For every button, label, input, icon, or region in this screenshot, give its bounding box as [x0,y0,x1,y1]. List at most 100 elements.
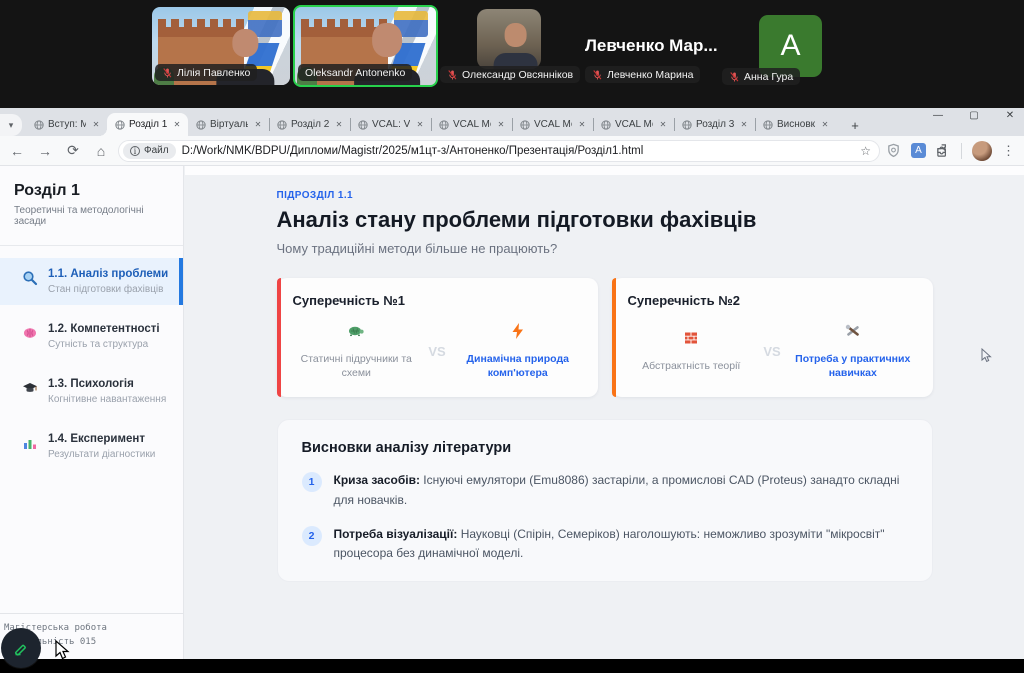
globe-favicon [277,119,287,130]
tab-close-icon[interactable]: ✕ [576,119,588,131]
browser-menu-kebab-icon[interactable]: ⋮ [1002,143,1015,159]
bricks-icon [685,332,698,344]
tab-label: Віртуальн [210,119,248,130]
extensions-puzzle-icon[interactable] [936,143,951,158]
conclusion-bold: Криза засобів: [333,473,420,488]
tab-vcal-virt[interactable]: VCAL: Virt ✕ [350,113,431,136]
vs-label: VS [428,343,446,359]
participant-video [493,23,538,69]
globe-favicon [763,119,773,130]
video-conference-strip: Лілія Павленко Oleksandr Antonenko Олекс… [0,0,1024,108]
tab-close-icon[interactable]: ✕ [657,119,669,131]
chapter-title: Розділ 1 [14,182,80,199]
tab-vstup[interactable]: Вступ: Ма ✕ [26,113,107,136]
page-title: Аналіз стану проблеми підготовки фахівці… [276,207,757,232]
window-maximize-button[interactable]: ▢ [964,110,984,121]
tab-vcal-mod-2[interactable]: VCAL Мод ✕ [512,113,593,136]
page-content: Розділ 1 Теоретичні та методологічні зас… [0,166,1024,659]
sidebar-item-analiz-problemy[interactable]: 1.1. Аналіз проблеми Стан підготовки фах… [0,258,183,305]
card-left-text: Статичні підручники та схеми [300,353,412,380]
tab-vcal-mod-3[interactable]: VCAL Мод ✕ [593,113,674,136]
forward-button[interactable]: → [34,140,56,162]
address-bar[interactable]: i Файл D:/Work/NMK/BDPU/Дипломи/Magistr/… [118,139,880,162]
sidebar: Розділ 1 Теоретичні та методологічні зас… [0,166,184,659]
forward-icon: → [38,142,52,159]
sidebar-item-sub: Стан підготовки фахівців [48,284,164,295]
globe-favicon [34,119,44,130]
home-button[interactable]: ⌂ [90,140,112,162]
mic-muted-icon [730,71,739,81]
participant-name-chip: Анна Гура [722,68,801,85]
tab-close-icon[interactable]: ✕ [819,119,831,131]
graduation-cap-icon [23,383,37,392]
mic-muted-icon [448,69,457,79]
sidebar-item-psykholohiia[interactable]: 1.3. Психологія Когнітивне навантаження [0,368,183,415]
mouse-cursor-small [981,348,992,363]
participant-name-chip: Лілія Павленко [155,64,258,81]
reload-button[interactable]: ⟳ [62,140,84,162]
window-close-button[interactable]: ✕ [1000,110,1020,121]
tab-label: VCAL Мод [453,119,491,130]
browser-tab-strip: ▾ Вступ: Ма ✕ Розділ 1: Т ✕ Віртуальн ✕ … [0,108,1024,136]
sidebar-item-label: 1.2. Компетентності [48,323,160,335]
bookmark-star-icon[interactable]: ☆ [860,144,871,158]
pencil-icon [15,644,26,656]
tab-vysnovky[interactable]: Висновки ✕ [755,113,836,136]
translate-icon[interactable]: A [911,143,926,158]
file-scheme-chip[interactable]: i Файл [123,142,176,159]
tab-close-icon[interactable]: ✕ [495,119,507,131]
participant-big-name: Левченко Мар... [585,36,718,55]
tools-icon [845,324,859,336]
translate-letter: A [915,145,922,156]
globe-favicon [682,119,692,130]
tab-label: Вступ: Ма [48,119,86,130]
divider [0,245,183,246]
tab-rozdil-1-active[interactable]: Розділ 1: Т ✕ [99,113,188,136]
new-tab-button[interactable]: + [845,115,865,135]
sidebar-item-kompetentnosti[interactable]: 1.2. Компетентності Сутність та структур… [0,313,183,360]
tab-label: Висновки [777,119,815,130]
screen: Лілія Павленко Oleksandr Antonenko Олекс… [0,0,1024,673]
tab-label: VCAL: Virt [372,119,410,130]
bottom-black-bar [0,659,1024,673]
url-text[interactable]: D:/Work/NMK/BDPU/Дипломи/Magistr/2025/м1… [182,145,855,157]
tab-label: Розділ 1: Т [129,119,167,130]
back-button[interactable]: ← [6,140,28,162]
conclusion-item: 2 Потреба візуалізації: Науковці (Спірін… [301,525,908,563]
tab-vcal-mod-1[interactable]: VCAL Мод ✕ [431,113,512,136]
participant-name-chip: Левченко Марина [585,66,701,83]
tab-virtualn[interactable]: Віртуальн ✕ [188,113,269,136]
browser-toolbar: ← → ⟳ ⌂ i Файл D:/Work/NMK/BDPU/Дипломи/… [0,136,1024,166]
mic-muted-icon [593,69,602,79]
magnifier-icon [23,271,38,286]
participant-name: Левченко Марина [607,68,694,81]
sidebar-item-eksperyment[interactable]: 1.4. Експеримент Результати діагностики [0,423,183,470]
conclusion-item: 1 Криза засобів: Існуючі емулятори (Emu8… [301,471,908,509]
tab-close-icon[interactable]: ✕ [171,119,183,131]
tab-label: Розділ 3: П [696,119,734,130]
participant-tile[interactable] [477,9,541,69]
globe-favicon [520,119,530,130]
participant-name: Oleksandr Antonenko [305,66,406,79]
tab-scroll-chevron[interactable]: ▾ [0,114,22,136]
card-title: Суперечність №2 [627,293,740,308]
tab-close-icon[interactable]: ✕ [414,119,426,131]
participant-tile[interactable]: Лілія Павленко [152,7,290,85]
participant-tile-active-speaker[interactable]: Oleksandr Antonenko [293,5,438,87]
sidebar-item-sub: Результати діагностики [48,449,156,460]
tab-close-icon[interactable]: ✕ [252,119,264,131]
sidebar-item-sub: Когнітивне навантаження [48,394,167,405]
shield-icon[interactable] [886,143,901,158]
window-minimize-button[interactable]: — [928,110,948,121]
annotation-pencil-button[interactable] [1,628,41,668]
tab-rozdil-2[interactable]: Розділ 2: П ✕ [269,113,350,136]
chevron-down-icon: ▾ [8,119,14,130]
avatar-letter: A [780,29,801,62]
participant-name-chip: Oleksandr Antonenko [298,64,413,81]
turtle-icon [349,326,364,337]
tab-rozdil-3[interactable]: Розділ 3: П ✕ [674,113,755,136]
profile-avatar[interactable] [972,140,992,161]
tab-close-icon[interactable]: ✕ [333,119,345,131]
bar-chart-icon [24,440,36,449]
tab-close-icon[interactable]: ✕ [738,119,750,131]
